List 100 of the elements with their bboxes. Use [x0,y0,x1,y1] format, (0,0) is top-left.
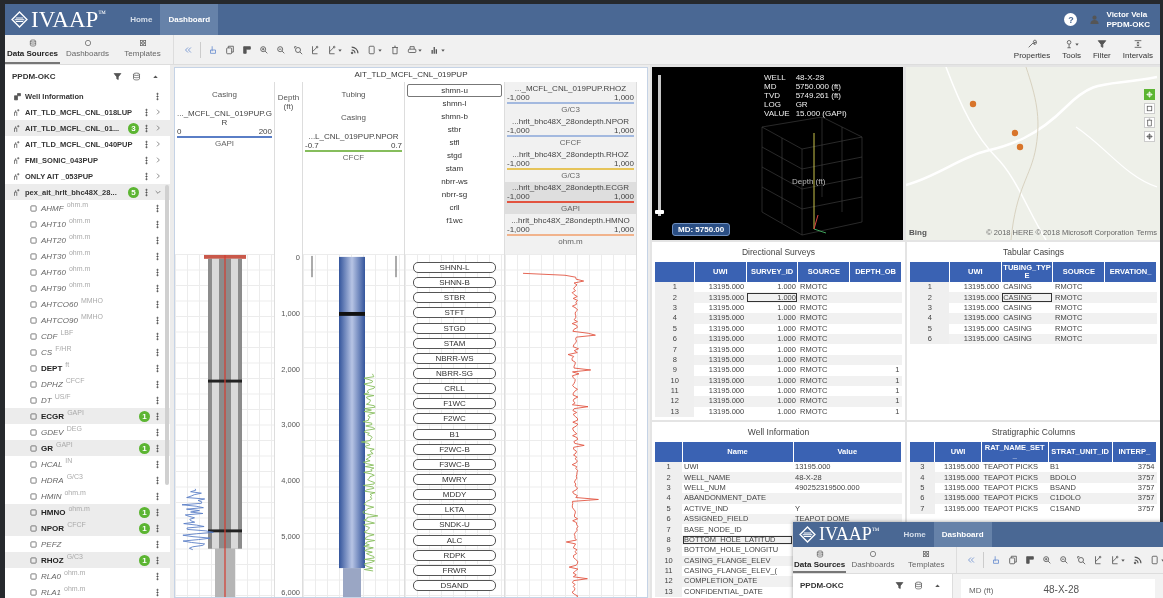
checkbox-icon[interactable] [29,203,38,213]
checkbox-icon[interactable] [29,299,38,309]
nav-tab[interactable]: Home [895,522,934,547]
more-icon[interactable] [153,235,162,245]
more-icon[interactable] [153,363,162,373]
checkbox-icon[interactable] [29,427,38,437]
nav-tab[interactable]: Dashboard [933,522,992,547]
printer-menu-icon[interactable] [407,44,423,55]
wrench-icon[interactable] [1027,39,1038,49]
zoom-out-icon[interactable] [276,44,286,55]
pointer-icon[interactable] [991,555,1001,565]
more-icon[interactable] [142,187,151,197]
database-icon[interactable] [132,72,141,81]
checkbox-icon[interactable] [29,459,38,469]
page-menu-icon[interactable] [1150,555,1163,565]
filter-icon[interactable] [113,72,122,81]
sidebar-tab[interactable]: Dashboards [846,547,900,573]
checkbox-icon[interactable] [29,571,38,581]
map-marker[interactable] [969,100,977,108]
more-icon[interactable] [153,587,162,597]
checkbox-icon[interactable] [29,491,38,501]
more-icon[interactable] [153,251,162,261]
rss-icon[interactable] [1133,555,1143,565]
rss-icon[interactable] [350,44,360,55]
checkbox-icon[interactable] [29,507,38,517]
more-icon[interactable] [153,379,162,389]
checkbox-icon[interactable] [29,475,38,485]
curve-header[interactable]: ...hrlt_bhc48X_28ondepth.ECGR -1,000 1,000 GAPI [505,182,636,214]
ruler-icon[interactable] [310,44,320,55]
more-icon[interactable] [153,411,162,421]
more-icon[interactable] [153,491,162,501]
copy-icon[interactable] [1008,555,1018,565]
column-header[interactable] [910,262,950,282]
column-header[interactable] [655,442,683,462]
zoom-area-icon[interactable] [1076,555,1086,565]
checkbox-icon[interactable] [29,315,38,325]
map-marker[interactable] [1016,143,1024,151]
more-icon[interactable] [153,347,162,357]
more-icon[interactable] [153,283,162,293]
formation-option[interactable]: shmn-u [407,84,502,97]
more-icon[interactable] [153,427,162,437]
help-button[interactable]: ? [1064,13,1078,26]
more-icon[interactable] [153,443,162,453]
zoom-area-icon[interactable] [293,44,303,55]
square-icon[interactable] [1144,103,1155,114]
column-header[interactable] [910,442,935,462]
checkbox-icon[interactable] [29,267,38,277]
more-icon[interactable] [153,459,162,469]
curve-header[interactable]: ...hrlt_bhc48X_28ondepth.NPOR -1,000 1,000 CFCF [505,116,636,148]
crosshair-icon[interactable] [1144,89,1155,100]
database-icon[interactable] [914,581,923,590]
more-icon[interactable] [153,523,162,533]
sidebar-tab[interactable]: Templates [115,35,170,64]
layout-icon[interactable] [242,44,252,55]
more-icon[interactable] [153,539,162,549]
ruler-icon[interactable] [1093,555,1103,565]
more-icon[interactable] [153,299,162,309]
checkbox-icon[interactable] [29,235,38,245]
curve-header[interactable]: ...hrlt_bhc48X_28ondepth.RHOZ -1,000 1,000 G/C3 [505,149,636,181]
more-icon[interactable] [153,267,162,277]
checkbox-icon[interactable] [29,347,38,357]
more-icon[interactable] [153,331,162,341]
trash-icon[interactable] [390,44,400,55]
toolbar-button[interactable]: Tools [1057,35,1086,64]
checkbox-icon[interactable] [29,587,38,597]
intervals-icon[interactable] [1132,39,1143,49]
more-icon[interactable] [142,123,151,133]
more-icon[interactable] [153,395,162,405]
sidebar-tab[interactable]: Templates [899,547,953,573]
user-name[interactable]: Victor Vela [1106,10,1150,19]
more-icon[interactable] [153,571,162,581]
more-icon[interactable] [142,171,151,181]
checkbox-icon[interactable] [29,523,38,533]
more-icon[interactable] [153,555,162,565]
layout-icon[interactable] [1025,555,1035,565]
checkbox-icon[interactable] [29,411,38,421]
slider-thumb[interactable] [655,209,664,214]
column-header[interactable] [655,262,695,282]
ruler-menu-icon[interactable] [1110,555,1126,565]
ruler-menu-icon[interactable] [327,44,343,55]
toolbar-button[interactable]: Properties [1008,35,1056,64]
depth-slider[interactable] [658,75,661,216]
tree-item[interactable]: PEFZ [5,536,170,552]
curve-header[interactable]: ...hrlt_bhc48X_28ondepth.HMNO -1,000 1,000 ohm.m [505,215,636,247]
filter-icon[interactable] [1096,39,1107,49]
checkbox-icon[interactable] [29,379,38,389]
curve-header[interactable]: ..._MCFL_CNL_019PUP.RHOZ -1,000 1,000 G/C3 [505,83,636,115]
checkbox-icon[interactable] [29,363,38,373]
nav-tab[interactable]: Dashboard [160,4,219,35]
zoom-in-icon[interactable] [259,44,269,55]
more-icon[interactable] [153,507,162,517]
md-button[interactable]: MD: 5750.00 [672,223,731,236]
zoom-in-icon[interactable] [1042,555,1052,565]
checkbox-icon[interactable] [29,443,38,453]
copy-icon[interactable] [225,44,235,55]
crosshair-icon[interactable] [1144,131,1155,142]
bar-chart-menu-icon[interactable] [430,44,446,55]
checkbox-icon[interactable] [29,331,38,341]
more-icon[interactable] [153,475,162,485]
map-marker[interactable] [1011,129,1019,137]
